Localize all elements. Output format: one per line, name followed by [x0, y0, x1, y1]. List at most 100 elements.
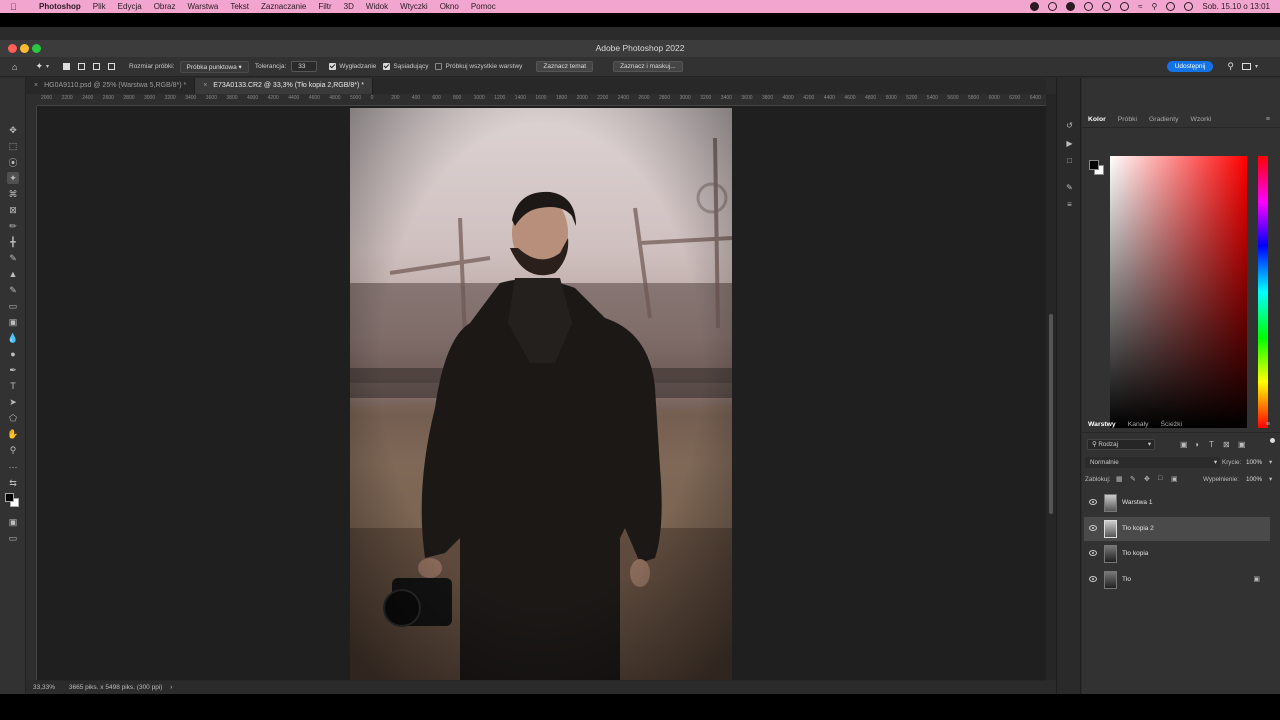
lock-image-icon[interactable]: ✎	[1130, 475, 1136, 483]
filter-pixel-icon[interactable]: ▣	[1180, 440, 1188, 449]
magic-wand-tool-icon[interactable]: ✦	[7, 172, 19, 184]
subtract-selection-icon[interactable]	[93, 63, 100, 70]
lock-all-icon[interactable]: ▣	[1171, 475, 1178, 483]
tab-wzorki[interactable]: Wzorki	[1184, 116, 1217, 123]
share-button[interactable]: Udostępnij	[1166, 61, 1214, 72]
layer-filter-select[interactable]: ⚲ Rodzaj ▾	[1087, 439, 1155, 450]
comments-icon[interactable]: □	[1064, 155, 1075, 166]
foreground-color-swatch[interactable]	[1089, 160, 1099, 170]
menu-wtyczki[interactable]: Wtyczki	[394, 2, 434, 11]
apple-icon[interactable]: 	[10, 2, 22, 12]
menu-zaznaczanie[interactable]: Zaznaczanie	[255, 2, 312, 11]
dodge-tool-icon[interactable]: ●	[7, 348, 19, 360]
battery-icon[interactable]	[1120, 2, 1130, 11]
visibility-eye-icon[interactable]	[1089, 550, 1097, 556]
play-icon[interactable]	[1102, 2, 1112, 11]
eyedropper-tool-icon[interactable]: ✏	[7, 220, 19, 232]
menu-okno[interactable]: Okno	[434, 2, 465, 11]
wordpress-icon[interactable]	[1048, 2, 1058, 11]
creative-cloud-icon[interactable]	[1066, 2, 1076, 11]
intersect-selection-icon[interactable]	[108, 63, 115, 70]
swap-colors-icon[interactable]: ⇆	[7, 477, 19, 489]
tab-gradienty[interactable]: Gradienty	[1143, 116, 1184, 123]
filter-type-icon[interactable]: T	[1209, 440, 1214, 449]
blur-tool-icon[interactable]: 💧	[7, 332, 19, 344]
brush-tool-icon[interactable]: ✎	[7, 252, 19, 264]
hand-tool-icon[interactable]: ✋	[7, 428, 19, 440]
adjustments-icon[interactable]: ≡	[1064, 199, 1075, 210]
eraser-tool-icon[interactable]: ▭	[7, 300, 19, 312]
vertical-ruler[interactable]	[26, 106, 37, 680]
move-tool-icon[interactable]: ✥	[7, 124, 19, 136]
tab-document-1[interactable]: × HG0A9110.psd @ 25% (Warstwa 5,RGB/8*) *	[26, 78, 196, 94]
blend-mode-select[interactable]: Normalnie ▾	[1085, 457, 1220, 468]
tolerance-input[interactable]: 33	[291, 61, 318, 72]
tab-warstwy[interactable]: Warstwy	[1082, 421, 1122, 428]
visibility-eye-icon[interactable]	[1089, 499, 1097, 505]
menu-widok[interactable]: Widok	[360, 2, 394, 11]
gradient-tool-icon[interactable]: ▣	[7, 316, 19, 328]
color-picker-field[interactable]	[1110, 156, 1247, 428]
control-center-icon[interactable]	[1166, 2, 1176, 11]
zoom-level[interactable]: 33,33%	[33, 684, 55, 691]
layer-row-tlo-kopia-2[interactable]: Tło kopia 2	[1084, 517, 1270, 541]
menu-filtr[interactable]: Filtr	[312, 2, 337, 11]
actions-play-icon[interactable]: ▶	[1064, 138, 1075, 149]
siri-icon[interactable]	[1184, 2, 1194, 11]
shape-tool-icon[interactable]: ⬠	[7, 412, 19, 424]
fill-value[interactable]: 100%	[1246, 476, 1262, 483]
healing-brush-icon[interactable]: ╋	[7, 236, 19, 248]
type-tool-icon[interactable]: T	[7, 380, 19, 392]
filter-shape-icon[interactable]: ⊠	[1223, 440, 1230, 449]
foreground-color-swatch[interactable]	[5, 493, 14, 502]
history-brush-icon[interactable]: ✎	[7, 284, 19, 296]
menu-tekst[interactable]: Tekst	[224, 2, 255, 11]
stamp-tool-icon[interactable]: ▲	[7, 268, 19, 280]
workspace-icon[interactable]	[1242, 63, 1252, 70]
menu-pomoc[interactable]: Pomoc	[465, 2, 502, 11]
record-icon[interactable]	[1030, 2, 1040, 11]
close-icon[interactable]: ×	[203, 82, 207, 89]
lock-artboard-icon[interactable]: □	[1158, 475, 1162, 482]
spotlight-icon[interactable]: ⚲	[1152, 2, 1158, 11]
frame-tool-icon[interactable]: ⊠	[7, 204, 19, 216]
zoom-window-button[interactable]	[32, 44, 41, 53]
select-and-mask-button[interactable]: Zaznacz i maskuj...	[613, 61, 683, 72]
lock-icon[interactable]: ▣	[1253, 575, 1260, 583]
tab-document-2[interactable]: × E73A0133.CR2 @ 33,3% (Tło kopia 2,RGB/8…	[195, 78, 373, 94]
add-selection-icon[interactable]	[78, 63, 85, 70]
layer-row-warstwa-1[interactable]: Warstwa 1	[1084, 491, 1270, 515]
scroll-thumb[interactable]	[1049, 314, 1053, 514]
close-icon[interactable]: ×	[34, 82, 38, 89]
menu-warstwa[interactable]: Warstwa	[181, 2, 224, 11]
horizontal-ruler[interactable]: 2000 2200 2400 2600 2800 3000 3200 3400 3600 3800…	[37, 94, 1046, 106]
close-window-button[interactable]	[8, 44, 17, 53]
search-icon[interactable]: ⚲	[1227, 61, 1234, 72]
menu-photoshop[interactable]: Photoshop	[33, 2, 87, 11]
filter-adjustment-icon[interactable]: ◑	[1194, 440, 1199, 449]
lock-transparency-icon[interactable]: ▦	[1116, 475, 1123, 483]
anti-alias-checkbox[interactable]: Wygładzanie	[329, 62, 376, 70]
marquee-tool-icon[interactable]: ⬚	[7, 140, 19, 152]
chevron-down-icon[interactable]: ▾	[1269, 459, 1272, 466]
contiguous-checkbox[interactable]: Sąsiadujący	[383, 62, 428, 70]
layer-row-tlo-kopia[interactable]: Tło kopia	[1084, 542, 1270, 566]
tab-kanaly[interactable]: Kanały	[1122, 421, 1155, 428]
minimize-window-button[interactable]	[20, 44, 29, 53]
chevron-down-icon[interactable]: ▾	[1269, 476, 1272, 483]
sample-all-checkbox[interactable]: Próbkuj wszystkie warstwy	[435, 62, 522, 70]
more-tools-icon[interactable]: ⋯	[7, 461, 19, 473]
path-selection-icon[interactable]: ➤	[7, 396, 19, 408]
panel-menu-icon[interactable]: ≡	[1260, 421, 1276, 428]
menu-edycja[interactable]: Edycja	[112, 2, 148, 11]
menu-3d[interactable]: 3D	[338, 2, 360, 11]
chevron-down-icon[interactable]: ▾	[46, 63, 49, 70]
menu-plik[interactable]: Plik	[87, 2, 112, 11]
home-icon[interactable]: ⌂	[12, 62, 17, 72]
tab-sciezki[interactable]: Ścieżki	[1155, 421, 1189, 428]
opacity-value[interactable]: 100%	[1246, 459, 1262, 466]
visibility-eye-icon[interactable]	[1089, 576, 1097, 582]
layer-row-tlo[interactable]: Tło ▣	[1084, 568, 1270, 592]
menu-obraz[interactable]: Obraz	[148, 2, 182, 11]
document-info[interactable]: 3665 piks. x 5498 piks. (300 ppi)	[69, 684, 163, 691]
